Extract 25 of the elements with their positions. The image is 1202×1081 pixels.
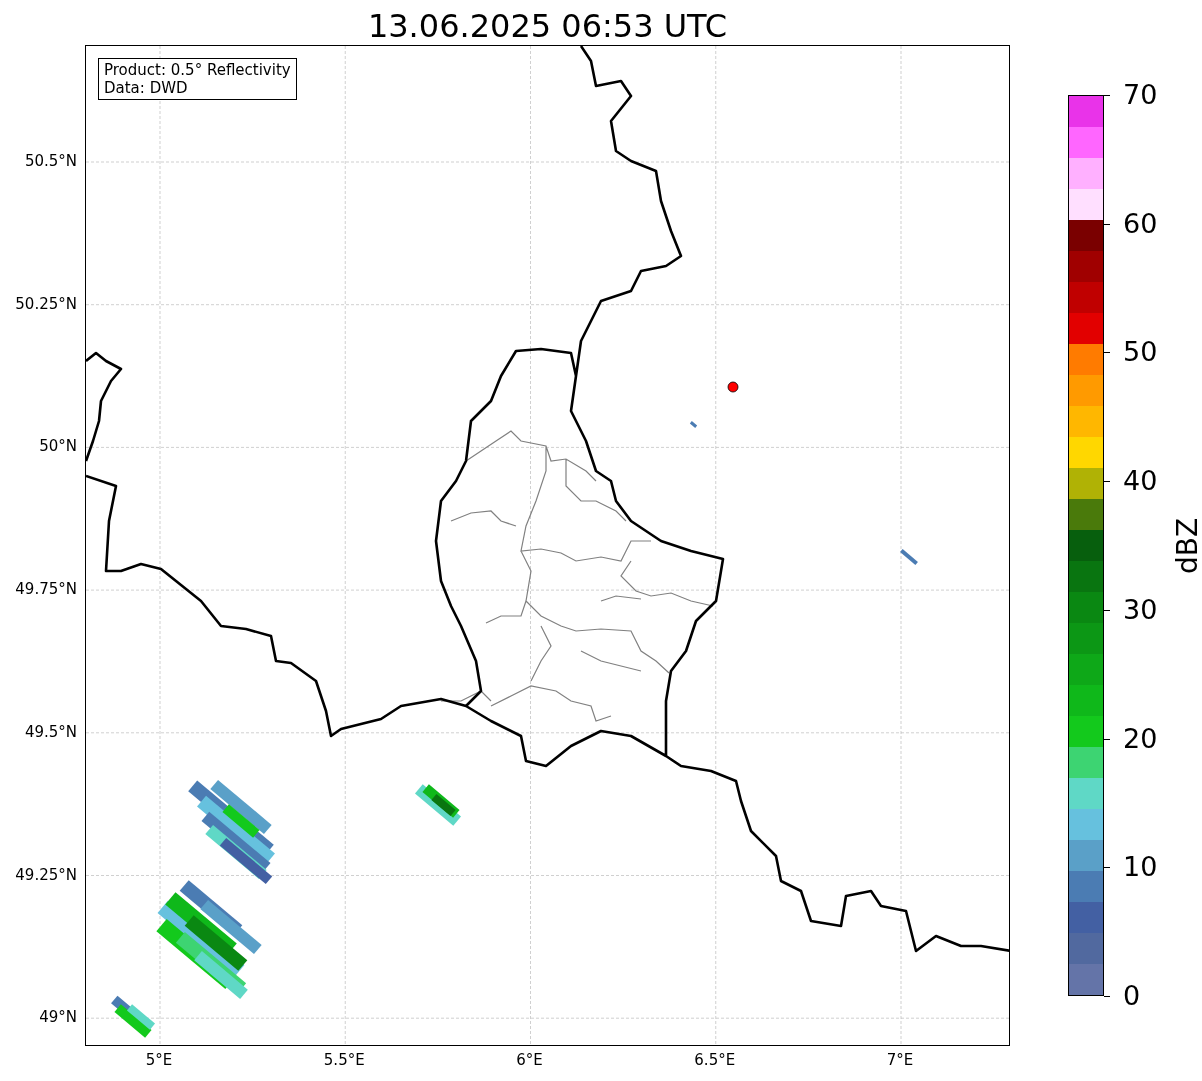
latitude-label: 49.75°N (15, 580, 77, 599)
latitude-label: 49.25°N (15, 865, 77, 884)
longitude-label: 5.5°E (323, 1051, 365, 1069)
longitude-label: 6.5°E (694, 1051, 736, 1069)
colorbar-tick-label: 50 (1123, 336, 1158, 369)
colorbar-tick-label: 0 (1123, 980, 1141, 1012)
longitude-label: 5°E (145, 1051, 173, 1069)
latitude-label: 50.25°N (15, 294, 77, 313)
info-box: Product: 0.5° Reflectivity Data: DWD (98, 58, 297, 100)
precipitation-echo (689, 421, 698, 428)
latitude-label: 49°N (39, 1008, 77, 1027)
colorbar-tick-label: 40 (1123, 465, 1158, 498)
colorbar-tick-label: 60 (1123, 207, 1158, 240)
latitude-label: 50°N (39, 437, 77, 456)
longitude-label: 6°E (516, 1051, 543, 1069)
colorbar-tick-label: 70 (1123, 79, 1158, 111)
radar-site-marker (727, 381, 739, 393)
colorbar-label: dBZ (1172, 517, 1202, 575)
latitude-label: 49.5°N (24, 722, 77, 741)
colorbar-tick-label: 10 (1123, 851, 1158, 884)
colorbar-tick-label: 30 (1123, 593, 1158, 626)
chart-title: 13.06.2025 06:53 UTC (366, 6, 729, 47)
colorbar-tick-label: 20 (1123, 722, 1158, 755)
longitude-label: 7°E (886, 1051, 914, 1069)
latitude-label: 50.5°N (24, 152, 77, 170)
